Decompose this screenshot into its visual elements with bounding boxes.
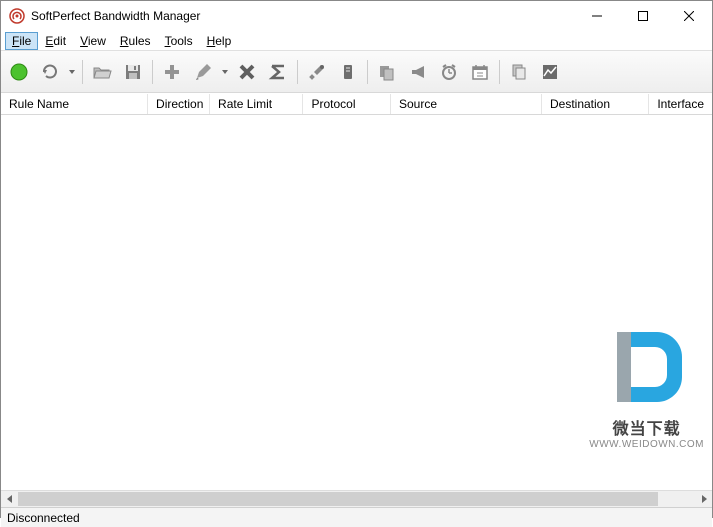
add-icon[interactable] <box>158 58 186 86</box>
maximize-button[interactable] <box>620 1 666 31</box>
edit-dropdown[interactable] <box>220 58 230 86</box>
delete-icon[interactable] <box>233 58 261 86</box>
menu-tools[interactable]: Tools <box>158 32 200 50</box>
column-headers: Rule Name Direction Rate Limit Protocol … <box>1 93 712 115</box>
edit-icon[interactable] <box>189 58 217 86</box>
monitor-icon[interactable] <box>334 58 362 86</box>
toolbar-separator <box>499 60 500 84</box>
connect-icon[interactable] <box>5 58 33 86</box>
scroll-thumb[interactable] <box>18 492 658 506</box>
toolbar-separator <box>367 60 368 84</box>
alarm-icon[interactable] <box>435 58 463 86</box>
col-interface[interactable]: Interface <box>649 94 712 114</box>
scroll-track[interactable] <box>18 491 695 507</box>
titlebar: SoftPerfect Bandwidth Manager <box>1 1 712 31</box>
chart-icon[interactable] <box>536 58 564 86</box>
watermark-text1: 微当下载 <box>589 415 704 439</box>
col-destination[interactable]: Destination <box>542 94 649 114</box>
menu-edit[interactable]: Edit <box>38 32 73 50</box>
menu-rules[interactable]: Rules <box>113 32 158 50</box>
save-icon[interactable] <box>119 58 147 86</box>
col-rate-limit[interactable]: Rate Limit <box>210 94 303 114</box>
close-button[interactable] <box>666 1 712 31</box>
minimize-button[interactable] <box>574 1 620 31</box>
window-controls <box>574 1 712 31</box>
scroll-left-button[interactable] <box>1 491 18 507</box>
refresh-icon[interactable] <box>36 58 64 86</box>
menu-view[interactable]: View <box>73 32 113 50</box>
refresh-dropdown[interactable] <box>67 58 77 86</box>
app-icon <box>9 8 25 24</box>
toolbar-separator <box>152 60 153 84</box>
toolbar <box>1 51 712 93</box>
menubar: File Edit View Rules Tools Help <box>1 31 712 51</box>
settings-icon[interactable] <box>303 58 331 86</box>
toolbar-separator <box>297 60 298 84</box>
menu-help[interactable]: Help <box>200 32 239 50</box>
col-direction[interactable]: Direction <box>148 94 210 114</box>
sum-icon[interactable] <box>264 58 292 86</box>
open-icon[interactable] <box>88 58 116 86</box>
col-protocol[interactable]: Protocol <box>303 94 390 114</box>
rules-list[interactable]: 微当下载 WWW.WEIDOWN.COM <box>1 115 712 490</box>
col-source[interactable]: Source <box>391 94 542 114</box>
filter-icon[interactable] <box>373 58 401 86</box>
statusbar: Disconnected <box>1 507 712 527</box>
schedule-icon[interactable] <box>466 58 494 86</box>
menu-file[interactable]: File <box>5 32 38 50</box>
copy-icon[interactable] <box>505 58 533 86</box>
col-rule-name[interactable]: Rule Name <box>1 94 148 114</box>
watermark: 微当下载 WWW.WEIDOWN.COM <box>589 322 704 450</box>
scroll-right-button[interactable] <box>695 491 712 507</box>
watermark-logo-icon <box>597 322 697 412</box>
window-title: SoftPerfect Bandwidth Manager <box>31 9 574 23</box>
announce-icon[interactable] <box>404 58 432 86</box>
horizontal-scrollbar[interactable] <box>1 490 712 507</box>
watermark-text2: WWW.WEIDOWN.COM <box>589 439 704 450</box>
toolbar-separator <box>82 60 83 84</box>
